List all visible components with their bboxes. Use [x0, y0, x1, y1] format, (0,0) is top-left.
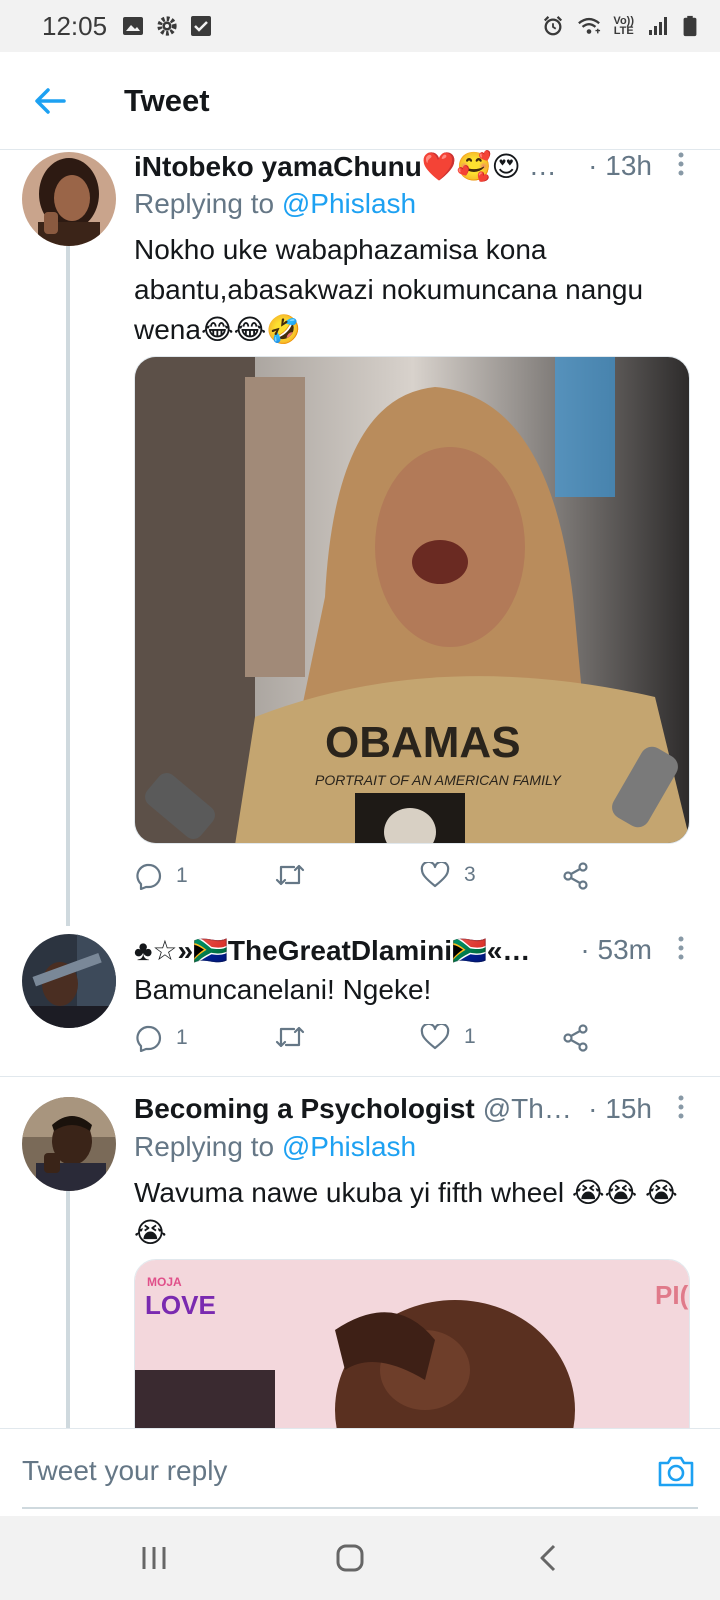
- more-vertical-icon: [678, 1095, 684, 1118]
- like-button[interactable]: 1: [420, 1024, 476, 1050]
- share-button[interactable]: [562, 862, 590, 890]
- avatar[interactable]: [22, 1097, 116, 1191]
- recent-apps-button[interactable]: [124, 1536, 184, 1580]
- system-nav-bar: [0, 1516, 720, 1600]
- checkbox-icon: [191, 16, 212, 36]
- camera-button[interactable]: [656, 1453, 696, 1489]
- retweet-icon: [275, 864, 305, 886]
- more-vertical-icon: [678, 936, 684, 959]
- more-vertical-icon: [678, 152, 684, 175]
- like-count: 1: [464, 1025, 476, 1048]
- reply-icon: [136, 863, 162, 890]
- home-icon: [336, 1544, 364, 1572]
- recent-apps-icon: [142, 1547, 166, 1569]
- tweet-item[interactable]: iNtobeko yamaChunu❤️🥰😍 … · 13h Replying …: [0, 150, 720, 926]
- tweet-header: ♣☆»🇿🇦TheGreatDlamini🇿🇦«… · 53m: [134, 930, 696, 970]
- reply-count: 1: [176, 864, 188, 887]
- reply-composer: Tweet your reply: [0, 1428, 720, 1516]
- back-icon: [540, 1544, 556, 1572]
- tweet-handle[interactable]: @Th…: [483, 1093, 572, 1125]
- signal-icon: [649, 17, 667, 35]
- tweet-item[interactable]: ♣☆»🇿🇦TheGreatDlamini🇿🇦«… · 53m Bamuncane…: [0, 926, 720, 1074]
- tweet-reply-input[interactable]: Tweet your reply: [22, 1455, 227, 1487]
- home-button[interactable]: [320, 1536, 380, 1580]
- tweet-time[interactable]: · 13h: [578, 150, 652, 182]
- reply-button[interactable]: 1: [134, 1024, 188, 1052]
- tweet-time[interactable]: · 53m: [570, 934, 652, 966]
- reply-input-underline: [22, 1507, 698, 1509]
- retweet-icon: [275, 1026, 305, 1048]
- tweet-actions: 1 3: [134, 862, 634, 898]
- media-shirt-text: OBAMAS: [325, 718, 521, 767]
- tweet-text: Wavuma nawe ukuba yi fifth wheel 😭😭 😭😭: [134, 1177, 678, 1248]
- heart-icon: [420, 862, 450, 888]
- replying-to: Replying to @Phislash: [134, 188, 416, 220]
- image-icon: [123, 17, 144, 35]
- camera-icon: [658, 1456, 694, 1487]
- more-options-button[interactable]: [666, 1095, 696, 1124]
- reply-icon: [136, 1025, 162, 1052]
- replying-to-label: Replying to: [134, 188, 282, 219]
- avatar[interactable]: [22, 934, 116, 1028]
- replying-to: Replying to @Phislash: [134, 1131, 416, 1163]
- retweet-button[interactable]: [274, 862, 320, 888]
- retweet-button[interactable]: [274, 1024, 320, 1050]
- tweet-text: Bamuncanelani! Ngeke!: [134, 974, 432, 1005]
- tweet-author-name[interactable]: Becoming a Psychologist: [134, 1093, 475, 1125]
- avatar[interactable]: [22, 152, 116, 246]
- status-bar: 12:05 Vo)) LTE: [0, 0, 720, 52]
- avatar-image: [22, 934, 116, 1028]
- like-button[interactable]: 3: [420, 862, 476, 888]
- volte-icon: Vo)) LTE: [613, 16, 634, 37]
- avatar-image: [22, 1097, 116, 1191]
- tweet-item[interactable]: Becoming a Psychologist @Th… · 15h Reply…: [0, 1077, 720, 1428]
- tweet-time[interactable]: · 15h: [578, 1093, 652, 1125]
- tweet-actions: 1 1: [134, 1024, 634, 1060]
- share-icon: [563, 862, 588, 890]
- status-time: 12:05: [42, 10, 108, 41]
- share-icon: [563, 1024, 588, 1052]
- media-photo: OBAMAS PORTRAIT OF AN AMERICAN FAMILY: [135, 357, 689, 843]
- system-back-button[interactable]: [518, 1536, 578, 1580]
- back-button[interactable]: [0, 52, 100, 150]
- reply-count: 1: [176, 1026, 188, 1049]
- mention-link[interactable]: @Phislash: [282, 188, 416, 219]
- arrow-left-icon: [35, 87, 66, 114]
- page-title: Tweet: [124, 82, 210, 118]
- replying-to-label: Replying to: [134, 1131, 282, 1162]
- more-options-button[interactable]: [666, 936, 696, 965]
- more-options-button[interactable]: [666, 152, 696, 181]
- media-logo-top: MOJA: [147, 1275, 182, 1289]
- tweet-header: Becoming a Psychologist @Th… · 15h: [134, 1089, 696, 1129]
- tweet-feed[interactable]: iNtobeko yamaChunu❤️🥰😍 … · 13h Replying …: [0, 150, 720, 1428]
- mention-link[interactable]: @Phislash: [282, 1131, 416, 1162]
- alarm-icon: [544, 16, 563, 36]
- tweet-author-name[interactable]: ♣☆»🇿🇦TheGreatDlamini🇿🇦«…: [134, 934, 530, 967]
- thread-line: [66, 246, 70, 926]
- tweet-author-name[interactable]: iNtobeko yamaChunu❤️🥰😍: [134, 150, 521, 183]
- wifi-icon: [578, 17, 601, 34]
- tweet-text: Nokho uke wabaphazamisa kona abantu,abas…: [134, 234, 644, 345]
- tweet-media[interactable]: OBAMAS PORTRAIT OF AN AMERICAN FAMILY: [134, 356, 690, 844]
- gear-icon: [157, 16, 177, 36]
- media-corner-text: PI(: [655, 1280, 689, 1310]
- avatar-image: [22, 152, 116, 246]
- media-photo: MOJA LOVE PI(: [135, 1260, 689, 1428]
- heart-icon: [420, 1024, 450, 1050]
- media-shirt-subtext: PORTRAIT OF AN AMERICAN FAMILY: [315, 772, 562, 788]
- reply-button[interactable]: 1: [134, 862, 188, 890]
- tweet-media[interactable]: MOJA LOVE PI(: [134, 1259, 690, 1428]
- tweet-ellipsis: …: [528, 150, 557, 181]
- like-count: 3: [464, 863, 476, 886]
- battery-icon: [683, 15, 697, 37]
- share-button[interactable]: [562, 1024, 590, 1052]
- tweet-header: iNtobeko yamaChunu❤️🥰😍 … · 13h: [134, 150, 696, 186]
- media-logo-bottom: LOVE: [145, 1290, 216, 1320]
- thread-line: [66, 1191, 70, 1428]
- top-app-bar: Tweet: [0, 52, 720, 150]
- volte-bottom-text: LTE: [613, 25, 634, 37]
